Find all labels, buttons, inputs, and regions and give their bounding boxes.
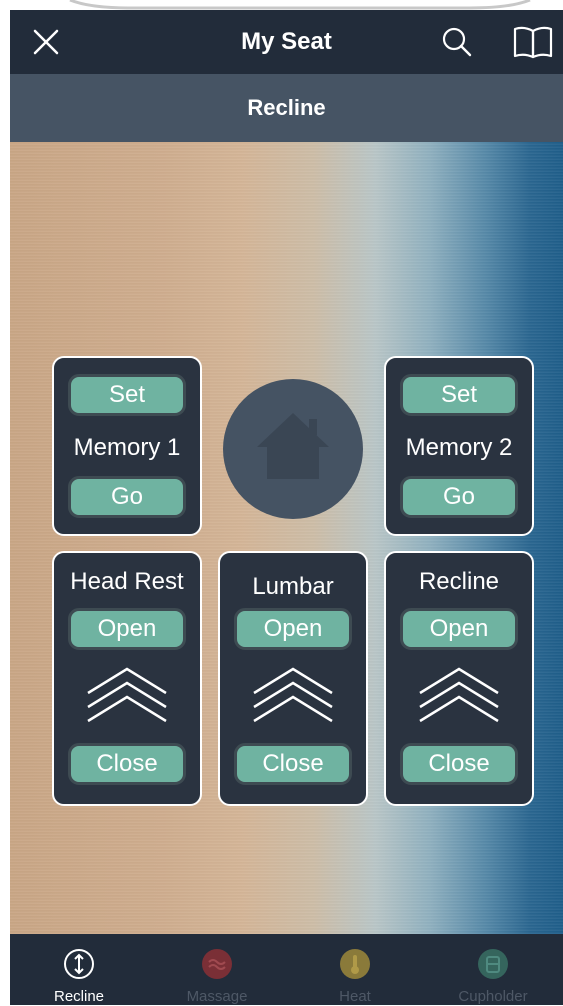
book-icon[interactable] xyxy=(512,25,554,59)
massage-icon xyxy=(202,949,232,979)
head-rest-label: Head Rest xyxy=(70,568,184,595)
tab-bar: Recline Massage Heat Cupholder xyxy=(10,934,563,1005)
tab-recline[interactable]: Recline xyxy=(10,934,148,1005)
page-title: My Seat xyxy=(241,28,332,55)
tab-label: Massage xyxy=(186,988,248,1005)
nav-bar: My Seat xyxy=(10,10,563,74)
memory-1-set-button[interactable]: Set xyxy=(68,374,186,416)
memory-2-set-button[interactable]: Set xyxy=(400,374,518,416)
chevron-up-icon xyxy=(253,667,333,723)
home-button[interactable] xyxy=(223,379,363,519)
memory-1-card: Set Memory 1 Go xyxy=(52,356,202,536)
search-icon[interactable] xyxy=(440,25,474,59)
section-header: Recline xyxy=(10,74,563,142)
tab-heat[interactable]: Heat xyxy=(286,934,424,1005)
head-rest-open-button[interactable]: Open xyxy=(68,608,186,650)
tab-cupholder[interactable]: Cupholder xyxy=(424,934,562,1005)
head-rest-card: Head Rest Open Close xyxy=(52,551,202,806)
cupholder-icon xyxy=(478,949,508,979)
tab-massage[interactable]: Massage xyxy=(148,934,286,1005)
lumbar-open-button[interactable]: Open xyxy=(234,608,352,650)
lumbar-label: Lumbar xyxy=(252,573,334,600)
memory-1-go-button[interactable]: Go xyxy=(68,476,186,518)
recline-label: Recline xyxy=(418,568,500,595)
memory-1-label: Memory 1 xyxy=(73,434,181,461)
recline-card: Recline Open Close xyxy=(384,551,534,806)
tab-label: Recline xyxy=(53,988,105,1005)
tab-label: Cupholder xyxy=(458,988,528,1005)
memory-2-card: Set Memory 2 Go xyxy=(384,356,534,536)
memory-2-label: Memory 2 xyxy=(405,434,513,461)
lumbar-close-button[interactable]: Close xyxy=(234,743,352,785)
recline-open-button[interactable]: Open xyxy=(400,608,518,650)
tab-label: Heat xyxy=(339,988,371,1005)
head-rest-close-button[interactable]: Close xyxy=(68,743,186,785)
chevron-up-icon xyxy=(87,667,167,723)
recline-close-button[interactable]: Close xyxy=(400,743,518,785)
memory-2-go-button[interactable]: Go xyxy=(400,476,518,518)
home-icon xyxy=(257,413,329,479)
recline-arrow-icon xyxy=(64,949,94,979)
seat-control-area: Set Memory 1 Go Set Memory 2 Go Head Res… xyxy=(10,142,563,934)
heat-icon xyxy=(340,949,370,979)
lumbar-card: Lumbar Open Close xyxy=(218,551,368,806)
chevron-up-icon xyxy=(419,667,499,723)
